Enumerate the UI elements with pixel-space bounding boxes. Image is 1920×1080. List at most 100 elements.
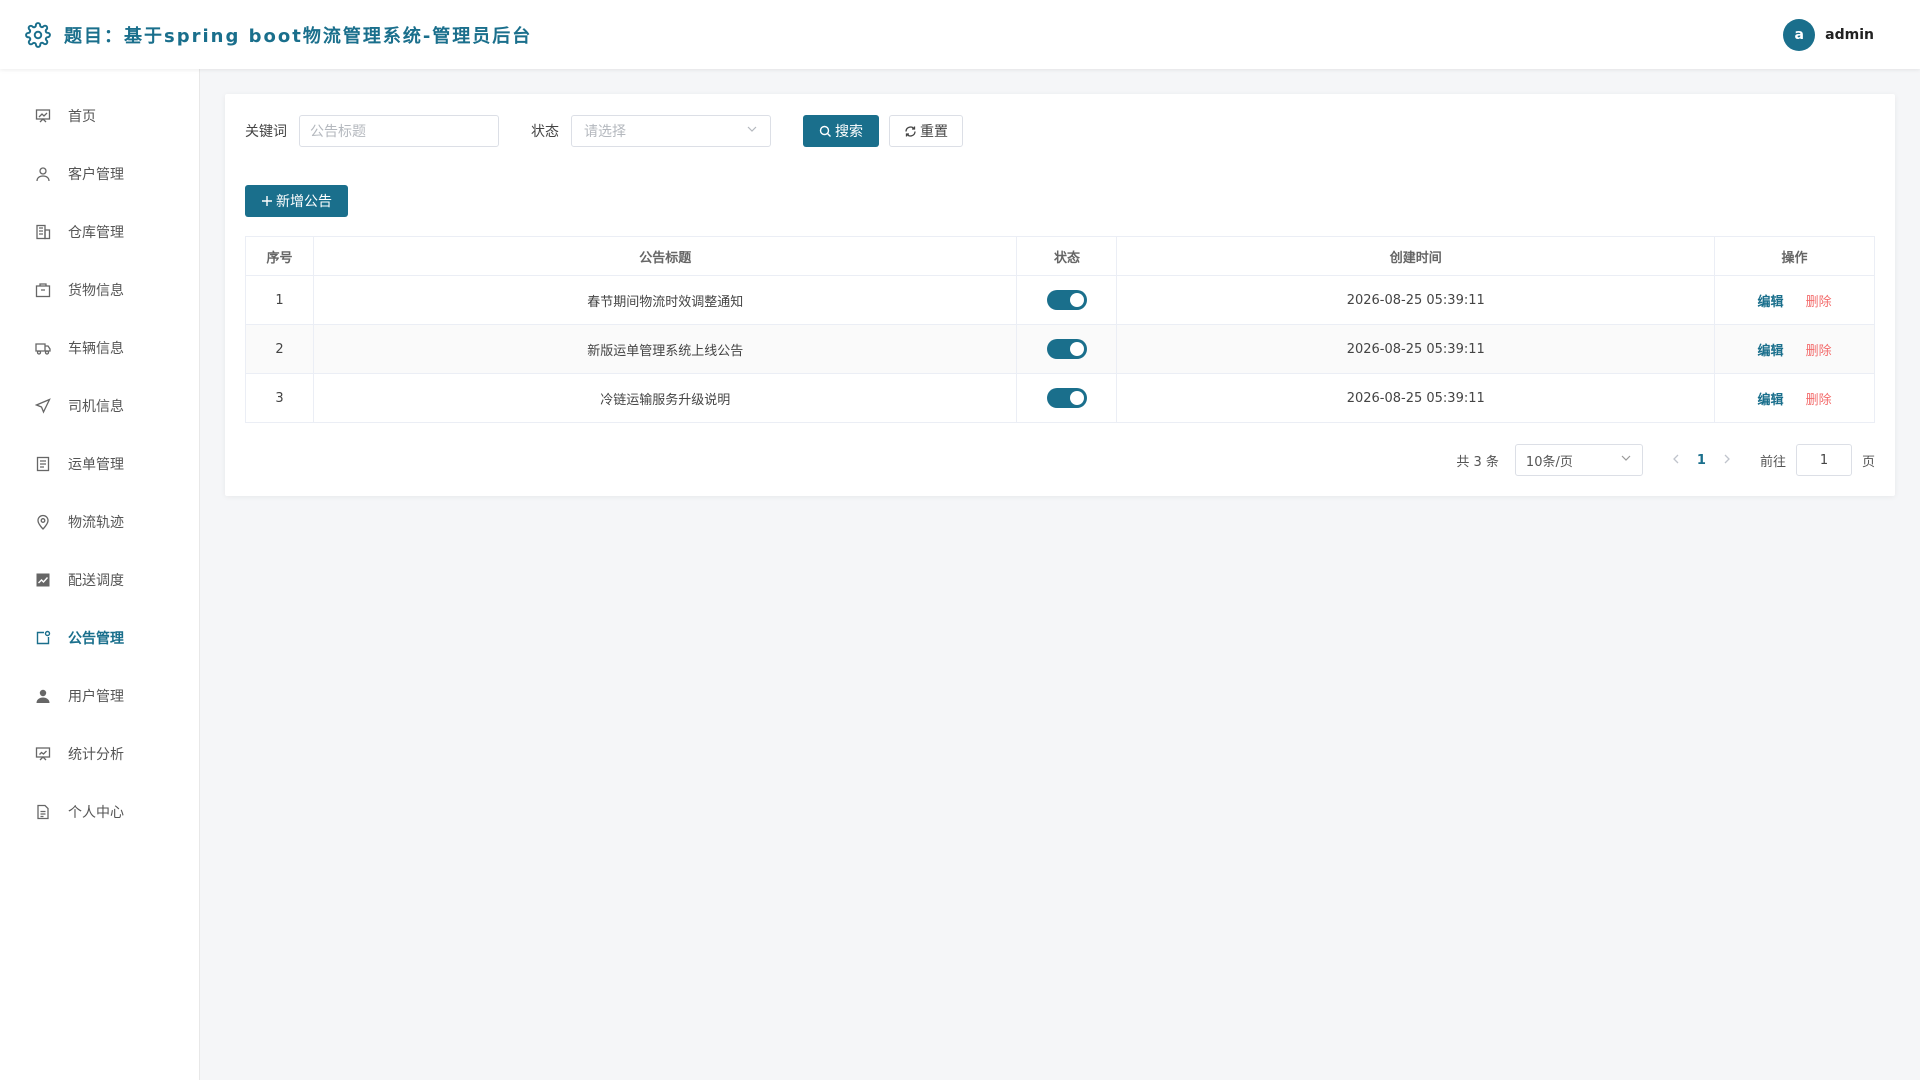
sidebar-item-label: 司机信息	[68, 399, 124, 415]
reset-button-label: 重置	[920, 124, 948, 140]
username[interactable]: admin	[1825, 27, 1874, 43]
sidebar-item-users[interactable]: 用户管理	[0, 667, 199, 725]
reset-button[interactable]: 重置	[889, 115, 963, 147]
user-icon	[34, 165, 52, 183]
cell-created: 2026-08-25 05:39:11	[1116, 275, 1716, 325]
status-label: 状态	[531, 124, 559, 140]
status-select[interactable]: 请选择	[571, 115, 771, 147]
goto-page-value: 1	[1819, 452, 1829, 468]
delete-link[interactable]: 删除	[1806, 344, 1832, 359]
edit-link[interactable]: 编辑	[1757, 393, 1783, 408]
edit-link[interactable]: 编辑	[1757, 295, 1783, 310]
cell-created: 2026-08-25 05:39:11	[1116, 324, 1716, 374]
add-notice-button[interactable]: 新增公告	[245, 185, 348, 217]
column-header-status: 状态	[1016, 236, 1118, 276]
keyword-input[interactable]: 公告标题	[299, 115, 499, 147]
table-header-row: 序号 公告标题 状态 创建时间 操作	[245, 236, 1875, 276]
add-notice-label: 新增公告	[276, 194, 332, 210]
user-filled-icon	[34, 687, 52, 705]
filter-bar: 关键词 公告标题 状态 请选择 搜索 重置	[245, 115, 963, 147]
delete-link[interactable]: 删除	[1806, 295, 1832, 310]
sidebar-item-statistics[interactable]: 统计分析	[0, 725, 199, 783]
cell-status	[1016, 373, 1118, 423]
notice-icon	[34, 629, 52, 647]
cell-actions: 编辑 删除	[1714, 275, 1875, 325]
cell-created: 2026-08-25 05:39:11	[1116, 373, 1716, 423]
sidebar-item-label: 公告管理	[68, 631, 124, 647]
sidebar-item-label: 货物信息	[68, 283, 124, 299]
edit-link[interactable]: 编辑	[1757, 344, 1783, 359]
status-placeholder: 请选择	[584, 124, 626, 140]
sidebar-item-label: 车辆信息	[68, 341, 124, 357]
user-menu[interactable]: a admin	[1783, 18, 1874, 51]
send-icon	[34, 397, 52, 415]
sidebar-item-dispatch[interactable]: 配送调度	[0, 551, 199, 609]
page-size-select[interactable]: 10条/页	[1514, 444, 1643, 476]
sidebar-item-drivers[interactable]: 司机信息	[0, 377, 199, 435]
truck-icon	[34, 339, 52, 357]
cell-actions: 编辑 删除	[1714, 373, 1875, 423]
building-icon	[34, 223, 52, 241]
cell-actions: 编辑 删除	[1714, 324, 1875, 374]
page-number-current[interactable]: 1	[1697, 453, 1706, 468]
cell-status	[1016, 324, 1118, 374]
next-page-button[interactable]	[1722, 453, 1732, 468]
keyword-label: 关键词	[245, 124, 287, 140]
column-header-created: 创建时间	[1116, 236, 1716, 276]
top-header: 题目：基于spring boot物流管理系统-管理员后台 a admin	[0, 0, 1920, 69]
plus-icon	[261, 195, 273, 207]
sidebar-item-profile[interactable]: 个人中心	[0, 783, 199, 841]
sidebar-item-customers[interactable]: 客户管理	[0, 145, 199, 203]
page-suffix: 页	[1861, 454, 1875, 470]
sidebar-item-label: 首页	[68, 109, 96, 125]
page-size-value: 10条/页	[1525, 454, 1573, 470]
column-header-title: 公告标题	[312, 236, 1018, 276]
content-card: 关键词 公告标题 状态 请选择 搜索 重置 新增公告 序号 公告标题 状态 创建…	[225, 94, 1895, 496]
sidebar-item-label: 物流轨迹	[68, 515, 124, 531]
status-toggle[interactable]	[1046, 388, 1087, 408]
notice-table: 序号 公告标题 状态 创建时间 操作 1 春节期间物流时效调整通知 2026-0…	[245, 236, 1875, 423]
sidebar-item-goods[interactable]: 货物信息	[0, 261, 199, 319]
delete-link[interactable]: 删除	[1806, 393, 1832, 408]
status-toggle[interactable]	[1046, 339, 1087, 359]
sidebar-item-label: 统计分析	[68, 747, 124, 763]
dashboard-icon	[34, 107, 52, 125]
sidebar-item-tracking[interactable]: 物流轨迹	[0, 493, 199, 551]
prev-page-button[interactable]	[1671, 453, 1681, 468]
sidebar-item-label: 个人中心	[68, 805, 124, 821]
sidebar-item-label: 配送调度	[68, 573, 124, 589]
cell-title: 春节期间物流时效调整通知	[312, 275, 1018, 325]
location-icon	[34, 513, 52, 531]
chevron-down-icon	[1620, 452, 1632, 468]
app-title: 题目：基于spring boot物流管理系统-管理员后台	[64, 25, 533, 47]
column-header-actions: 操作	[1714, 236, 1875, 276]
sidebar-item-vehicles[interactable]: 车辆信息	[0, 319, 199, 377]
document-icon	[34, 455, 52, 473]
refresh-icon	[904, 125, 917, 138]
sidebar-item-label: 用户管理	[68, 689, 124, 705]
search-button[interactable]: 搜索	[803, 115, 879, 147]
table-row: 2 新版运单管理系统上线公告 2026-08-25 05:39:11 编辑 删除	[245, 324, 1875, 374]
goto-page-input[interactable]: 1	[1795, 444, 1852, 476]
sidebar-item-label: 客户管理	[68, 167, 124, 183]
pagination: 共 3 条 10条/页 1 前往 1 页	[1456, 444, 1875, 476]
status-toggle[interactable]	[1046, 290, 1087, 310]
sidebar-item-label: 仓库管理	[68, 225, 124, 241]
cell-status	[1016, 275, 1118, 325]
keyword-placeholder: 公告标题	[310, 124, 366, 140]
column-header-index: 序号	[245, 236, 314, 276]
goto-label: 前往	[1759, 454, 1786, 470]
sidebar-item-waybills[interactable]: 运单管理	[0, 435, 199, 493]
sidebar-item-notices[interactable]: 公告管理	[0, 609, 199, 667]
sidebar-item-warehouse[interactable]: 仓库管理	[0, 203, 199, 261]
sidebar-item-home[interactable]: 首页	[0, 87, 199, 145]
search-button-label: 搜索	[835, 124, 863, 140]
package-icon	[34, 281, 52, 299]
avatar[interactable]: a	[1783, 18, 1816, 51]
chevron-down-icon	[746, 123, 758, 139]
cell-index: 2	[245, 324, 314, 374]
table-row: 1 春节期间物流时效调整通知 2026-08-25 05:39:11 编辑 删除	[245, 275, 1875, 325]
cell-title: 冷链运输服务升级说明	[312, 373, 1018, 423]
total-count: 共 3 条	[1456, 454, 1499, 470]
cell-index: 3	[245, 373, 314, 423]
